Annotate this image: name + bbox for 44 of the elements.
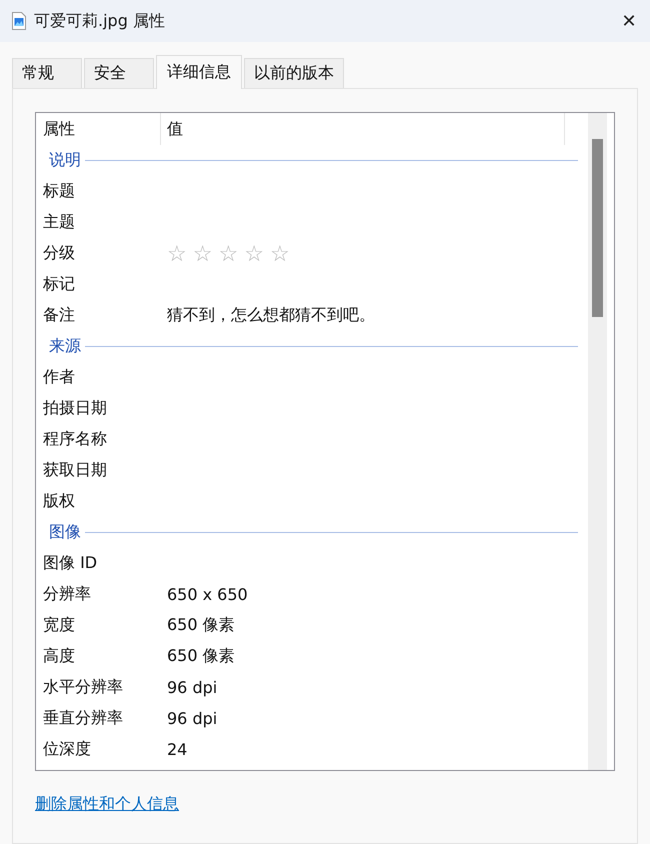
tab[interactable]: 详细信息 bbox=[156, 55, 242, 89]
tab[interactable]: 常规 bbox=[12, 58, 82, 88]
property-name: 垂直分辨率 bbox=[43, 708, 124, 729]
property-name: 分辨率 bbox=[43, 584, 92, 605]
property-value: 96 dpi bbox=[167, 709, 218, 728]
close-button[interactable]: ✕ bbox=[608, 0, 650, 42]
star-icon: ☆ bbox=[244, 244, 264, 266]
star-icon: ☆ bbox=[218, 244, 238, 266]
property-name: 标记 bbox=[43, 274, 76, 295]
property-value: 650 像素 bbox=[167, 646, 236, 667]
property-value: 24 bbox=[167, 740, 188, 759]
property-name: 位深度 bbox=[43, 739, 92, 760]
property-name: 标题 bbox=[43, 181, 76, 202]
group-title: 说明 bbox=[49, 150, 81, 171]
scrollbar-thumb[interactable] bbox=[592, 139, 603, 317]
property-value: 猜不到，怎么想都猜不到吧。 bbox=[167, 305, 376, 326]
column-header[interactable]: 属性 bbox=[43, 113, 160, 145]
property-name: 版权 bbox=[43, 491, 76, 512]
scrollbar[interactable] bbox=[588, 113, 607, 770]
image-file-icon bbox=[12, 12, 26, 30]
property-name: 宽度 bbox=[43, 615, 76, 636]
property-name: 主题 bbox=[43, 212, 76, 233]
window-title: 可爱可莉.jpg 属性 bbox=[34, 10, 166, 32]
star-icon: ☆ bbox=[192, 244, 212, 266]
tab[interactable]: 安全 bbox=[84, 58, 154, 88]
property-name: 作者 bbox=[43, 367, 76, 388]
property-name: 水平分辨率 bbox=[43, 677, 124, 698]
group-title: 图像 bbox=[49, 522, 81, 543]
property-name: 程序名称 bbox=[43, 429, 108, 450]
property-name: 图像 ID bbox=[43, 553, 98, 574]
remove-properties-link[interactable]: 删除属性和个人信息 bbox=[35, 794, 179, 815]
group-title: 来源 bbox=[49, 336, 81, 357]
property-value: 650 像素 bbox=[167, 615, 236, 636]
property-name: 备注 bbox=[43, 305, 76, 326]
tab[interactable]: 以前的版本 bbox=[244, 58, 344, 88]
property-value: 96 dpi bbox=[167, 678, 218, 697]
property-name: 拍摄日期 bbox=[43, 398, 108, 419]
property-name: 分级 bbox=[43, 243, 76, 264]
property-value: 650 x 650 bbox=[167, 585, 249, 604]
property-name: 高度 bbox=[43, 646, 76, 667]
column-header[interactable]: 值 bbox=[160, 113, 564, 145]
property-name: 获取日期 bbox=[43, 460, 108, 481]
star-icon: ☆ bbox=[270, 244, 290, 266]
star-icon: ☆ bbox=[167, 244, 187, 266]
